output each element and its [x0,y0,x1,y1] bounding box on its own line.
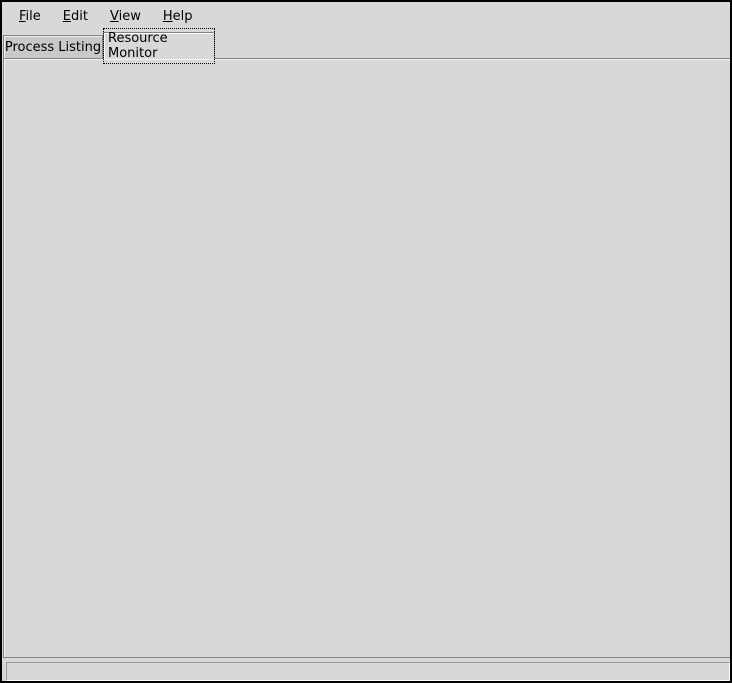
menu-view[interactable]: View [99,5,152,28]
status-bar [6,662,730,681]
menu-edit[interactable]: Edit [52,5,99,28]
menu-bar: File Edit View Help [2,2,730,30]
tab-resource-monitor[interactable]: Resource Monitor [103,32,215,59]
menu-file[interactable]: File [8,5,52,28]
menu-help[interactable]: Help [152,5,204,28]
tab-process-listing[interactable]: Process Listing [3,35,103,59]
resource-monitor-page [3,58,732,658]
system-monitor-window: File Edit View Help Process Listing Reso… [0,0,732,683]
